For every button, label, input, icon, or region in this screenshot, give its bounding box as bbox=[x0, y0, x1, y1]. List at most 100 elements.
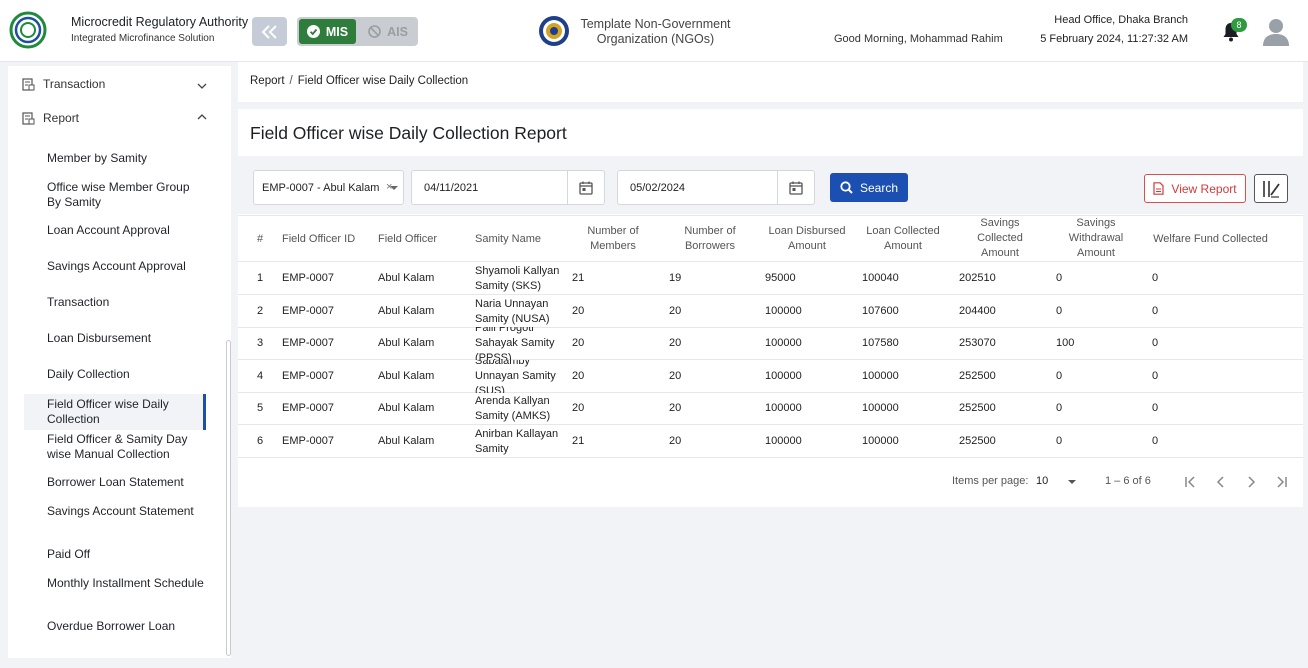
page-title: Field Officer wise Daily Collection Repo… bbox=[250, 123, 567, 143]
cell-officer-id: EMP-0007 bbox=[282, 402, 334, 414]
government-seal-icon bbox=[539, 16, 569, 46]
cell-welfare: 0 bbox=[1152, 402, 1159, 414]
sidebar-item-savings-account-approval[interactable]: Savings Account Approval bbox=[24, 259, 206, 274]
search-button[interactable]: Search bbox=[830, 173, 908, 202]
col-officer-id: Field Officer ID bbox=[282, 233, 356, 245]
sidebar-item-member-by-samity[interactable]: Member by Samity bbox=[24, 151, 206, 166]
ais-mode-button[interactable]: AIS bbox=[360, 19, 416, 44]
sidebar-item-transaction[interactable]: Transaction bbox=[24, 295, 206, 310]
ngo-name-line1: Template Non-Government bbox=[580, 17, 731, 31]
sidebar-item-overdue-borrower-loan[interactable]: Overdue Borrower Loan bbox=[24, 619, 206, 634]
cell-officer: Abul Kalam bbox=[378, 370, 435, 382]
cell-members: 21 bbox=[572, 435, 585, 447]
branch-name: Head Office, Dhaka Branch bbox=[1054, 14, 1188, 26]
col-members: Number of Members bbox=[587, 225, 639, 252]
double-chevron-left-icon bbox=[261, 24, 277, 39]
to-date-field[interactable]: 05/02/2024 bbox=[617, 170, 815, 205]
cell-welfare: 0 bbox=[1152, 272, 1159, 284]
cell-savings-withdrawal: 0 bbox=[1056, 370, 1063, 382]
sidebar-item-loan-account-approval[interactable]: Loan Account Approval bbox=[24, 223, 206, 238]
sidebar-group-report[interactable]: Report bbox=[22, 108, 79, 128]
cell-officer: Abul Kalam bbox=[378, 402, 435, 414]
table-row[interactable]: 3 EMP-0007 Abul Kalam Palli Progoti Saha… bbox=[238, 327, 1303, 360]
table-row[interactable]: 5 EMP-0007 Abul Kalam Arenda Kallyan Sam… bbox=[238, 392, 1303, 425]
field-officer-select[interactable]: EMP-0007 - Abul Kalam × bbox=[253, 170, 404, 205]
cell-index: 2 bbox=[257, 305, 264, 317]
collapse-sidebar-button[interactable] bbox=[252, 17, 287, 46]
sidebar-item-monthly-installment-schedule[interactable]: Monthly Installment Schedule bbox=[24, 576, 206, 591]
col-borrowers: Number of Borrowers bbox=[684, 225, 736, 252]
sidebar-scrollbar[interactable] bbox=[226, 340, 231, 656]
cell-welfare: 0 bbox=[1152, 435, 1159, 447]
user-avatar-icon[interactable] bbox=[1262, 17, 1290, 47]
chevron-down-icon[interactable] bbox=[196, 80, 208, 92]
previous-page-icon[interactable] bbox=[1213, 474, 1229, 490]
cell-collected: 100000 bbox=[862, 370, 899, 382]
cell-officer-id: EMP-0007 bbox=[282, 305, 334, 317]
table-row[interactable]: 4 EMP-0007 Abul Kalam Sabalamby Unnayan … bbox=[238, 360, 1303, 393]
cell-samity: Shyamoli Kallyan Samity (SKS) bbox=[475, 264, 560, 292]
to-date-picker-button[interactable] bbox=[777, 171, 814, 204]
cell-samity: Sabalamby Unnayan Samity (SUS) bbox=[475, 360, 556, 393]
mis-mode-button[interactable]: MIS bbox=[299, 19, 356, 44]
ngo-name-line2: Organization (NGOs) bbox=[596, 32, 715, 46]
greeting-text: Good Morning, Mohammad Rahim bbox=[834, 33, 1003, 45]
from-date-picker-button[interactable] bbox=[567, 171, 604, 204]
view-report-label: View Report bbox=[1171, 181, 1237, 196]
col-collected: Loan Collected Amount bbox=[866, 225, 940, 252]
sidebar-item-paid-off[interactable]: Paid Off bbox=[24, 547, 206, 562]
cell-samity: Anirban Kallayan Samity bbox=[475, 427, 559, 455]
sidebar-item-loan-disbursement[interactable]: Loan Disbursement bbox=[24, 331, 206, 346]
breadcrumb-current: Field Officer wise Daily Collection bbox=[297, 75, 469, 87]
col-samity: Samity Name bbox=[475, 233, 542, 245]
ban-icon bbox=[368, 25, 381, 38]
cell-officer: Abul Kalam bbox=[378, 435, 435, 447]
mra-logo-icon bbox=[9, 11, 47, 49]
cell-disbursed: 100000 bbox=[765, 402, 802, 414]
mis-mode-label: MIS bbox=[325, 24, 349, 39]
chevron-up-icon[interactable] bbox=[196, 111, 208, 123]
sidebar-group-label: Report bbox=[43, 111, 80, 125]
caret-down-icon bbox=[1068, 480, 1076, 484]
cell-officer-id: EMP-0007 bbox=[282, 337, 334, 349]
report-icon bbox=[22, 77, 35, 91]
cell-borrowers: 20 bbox=[669, 402, 682, 414]
sidebar-item-office-wise-member-group[interactable]: Office wise Member Group By Samity bbox=[24, 180, 206, 210]
ais-mode-label: AIS bbox=[387, 24, 408, 39]
sidebar-group-transaction[interactable]: Transaction bbox=[22, 74, 105, 94]
cell-savings-withdrawal: 0 bbox=[1056, 272, 1063, 284]
sidebar-item-daily-collection[interactable]: Daily Collection bbox=[24, 367, 206, 382]
breadcrumb-root[interactable]: Report bbox=[250, 75, 285, 87]
view-report-button[interactable]: View Report bbox=[1144, 174, 1246, 203]
cell-welfare: 0 bbox=[1152, 370, 1159, 382]
caret-down-icon bbox=[390, 186, 398, 190]
from-date-field[interactable]: 04/11/2021 bbox=[411, 170, 605, 205]
table-row[interactable]: 1 EMP-0007 Abul Kalam Shyamoli Kallyan S… bbox=[238, 262, 1303, 295]
sidebar-item-field-officer-samity-manual-collection[interactable]: Field Officer & Samity Day wise Manual C… bbox=[24, 432, 206, 462]
cell-savings-collected: 204400 bbox=[959, 305, 996, 317]
cell-collected: 107580 bbox=[862, 337, 899, 349]
table-row[interactable]: 2 EMP-0007 Abul Kalam Naria Unnayan Sami… bbox=[238, 295, 1303, 328]
cell-borrowers: 20 bbox=[669, 370, 682, 382]
cell-collected: 107600 bbox=[862, 305, 899, 317]
sidebar-item-field-officer-daily-collection[interactable]: Field Officer wise Daily Collection bbox=[24, 394, 206, 430]
sidebar-item-borrower-loan-statement[interactable]: Borrower Loan Statement bbox=[24, 475, 206, 490]
cell-collected: 100000 bbox=[862, 435, 899, 447]
first-page-icon[interactable] bbox=[1183, 474, 1199, 490]
cell-savings-collected: 252500 bbox=[959, 435, 996, 447]
report-panel: Field Officer wise Daily Collection Repo… bbox=[238, 109, 1303, 507]
sidebar-item-savings-account-statement[interactable]: Savings Account Statement bbox=[24, 504, 206, 519]
items-per-page-select[interactable]: 10 bbox=[1036, 471, 1078, 491]
to-date-value: 05/02/2024 bbox=[630, 182, 686, 194]
items-per-page-label: Items per page: bbox=[952, 475, 1029, 487]
cell-samity: Naria Unnayan Samity (NUSA) bbox=[475, 297, 550, 325]
cell-disbursed: 100000 bbox=[765, 370, 802, 382]
cell-index: 6 bbox=[257, 435, 264, 447]
cell-officer-id: EMP-0007 bbox=[282, 272, 334, 284]
next-page-icon[interactable] bbox=[1243, 474, 1259, 490]
column-settings-button[interactable] bbox=[1254, 174, 1288, 203]
cell-officer-id: EMP-0007 bbox=[282, 370, 334, 382]
table-row[interactable]: 6 EMP-0007 Abul Kalam Anirban Kallayan S… bbox=[238, 425, 1303, 458]
last-page-icon[interactable] bbox=[1273, 474, 1289, 490]
cell-savings-withdrawal: 100 bbox=[1056, 337, 1075, 349]
